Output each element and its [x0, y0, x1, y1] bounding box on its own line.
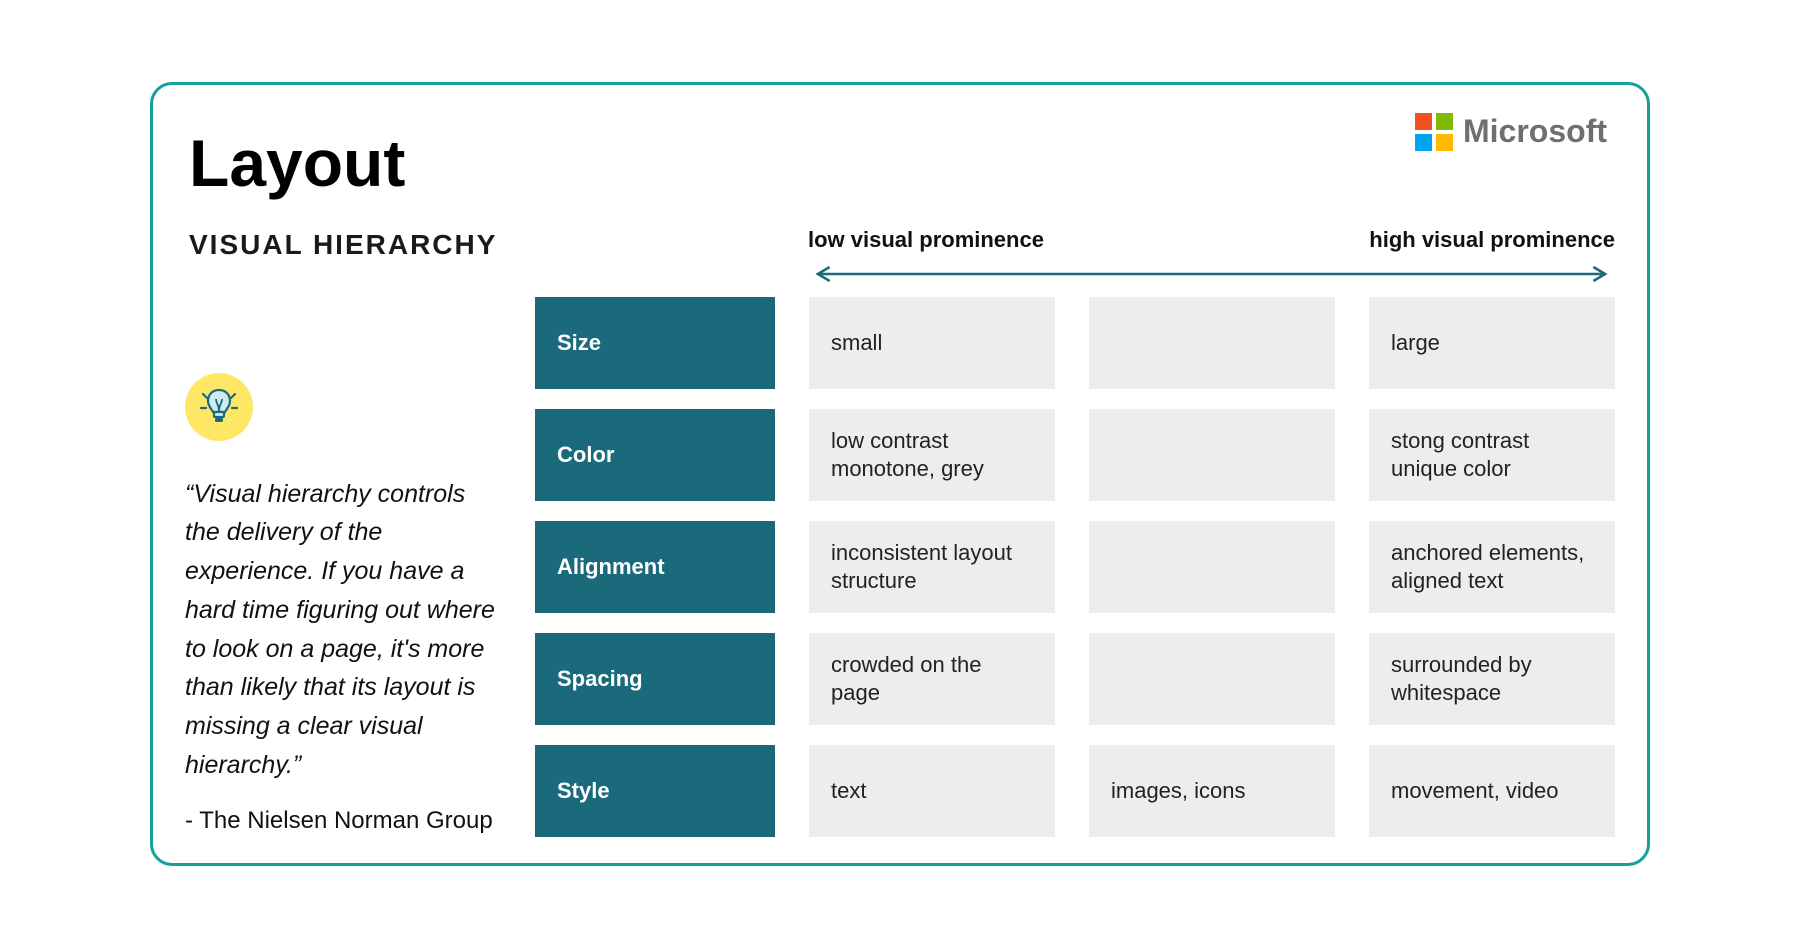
category-cell: Alignment: [535, 521, 775, 613]
mid-cell: [1089, 633, 1335, 725]
axis-high-label: high visual prominence: [1369, 227, 1615, 253]
low-cell: low contrast monotone, grey: [809, 409, 1055, 501]
low-cell: crowded on the page: [809, 633, 1055, 725]
category-cell: Spacing: [535, 633, 775, 725]
table-row: Alignment inconsistent layout structure …: [535, 521, 1615, 613]
quote-text: “Visual hierarchy controls the delivery …: [185, 475, 505, 785]
high-cell: surrounded by whitespace: [1369, 633, 1615, 725]
low-cell: inconsistent layout structure: [809, 521, 1055, 613]
low-cell: small: [809, 297, 1055, 389]
category-cell: Size: [535, 297, 775, 389]
microsoft-logo: Microsoft: [1415, 113, 1607, 151]
mid-cell: [1089, 409, 1335, 501]
axis-labels: low visual prominence high visual promin…: [808, 227, 1615, 253]
axis-arrow-icon: [808, 265, 1615, 283]
quote-attribution: - The Nielsen Norman Group: [185, 807, 505, 835]
high-cell: large: [1369, 297, 1615, 389]
table-row: Size small large: [535, 297, 1615, 389]
mid-cell: [1089, 297, 1335, 389]
page-title: Layout: [189, 125, 1615, 201]
hierarchy-grid: Size small large Color low contrast mono…: [535, 297, 1615, 837]
table-row: Spacing crowded on the page surrounded b…: [535, 633, 1615, 725]
low-cell: text: [809, 745, 1055, 837]
left-column: “Visual hierarchy controls the delivery …: [185, 285, 505, 847]
microsoft-wordmark: Microsoft: [1463, 113, 1607, 150]
right-column: low visual prominence high visual promin…: [535, 285, 1615, 847]
axis-low-label: low visual prominence: [808, 227, 1044, 253]
content-area: “Visual hierarchy controls the delivery …: [185, 285, 1615, 847]
high-cell: anchored elements, aligned text: [1369, 521, 1615, 613]
slide-container: Microsoft Layout VISUAL HIERARCHY: [150, 82, 1650, 866]
category-cell: Style: [535, 745, 775, 837]
high-cell: stong contrast unique color: [1369, 409, 1615, 501]
table-row: Color low contrast monotone, grey stong …: [535, 409, 1615, 501]
mid-cell: [1089, 521, 1335, 613]
lightbulb-icon: [185, 373, 253, 441]
high-cell: movement, video: [1369, 745, 1615, 837]
mid-cell: images, icons: [1089, 745, 1335, 837]
microsoft-icon: [1415, 113, 1453, 151]
category-cell: Color: [535, 409, 775, 501]
table-row: Style text images, icons movement, video: [535, 745, 1615, 837]
